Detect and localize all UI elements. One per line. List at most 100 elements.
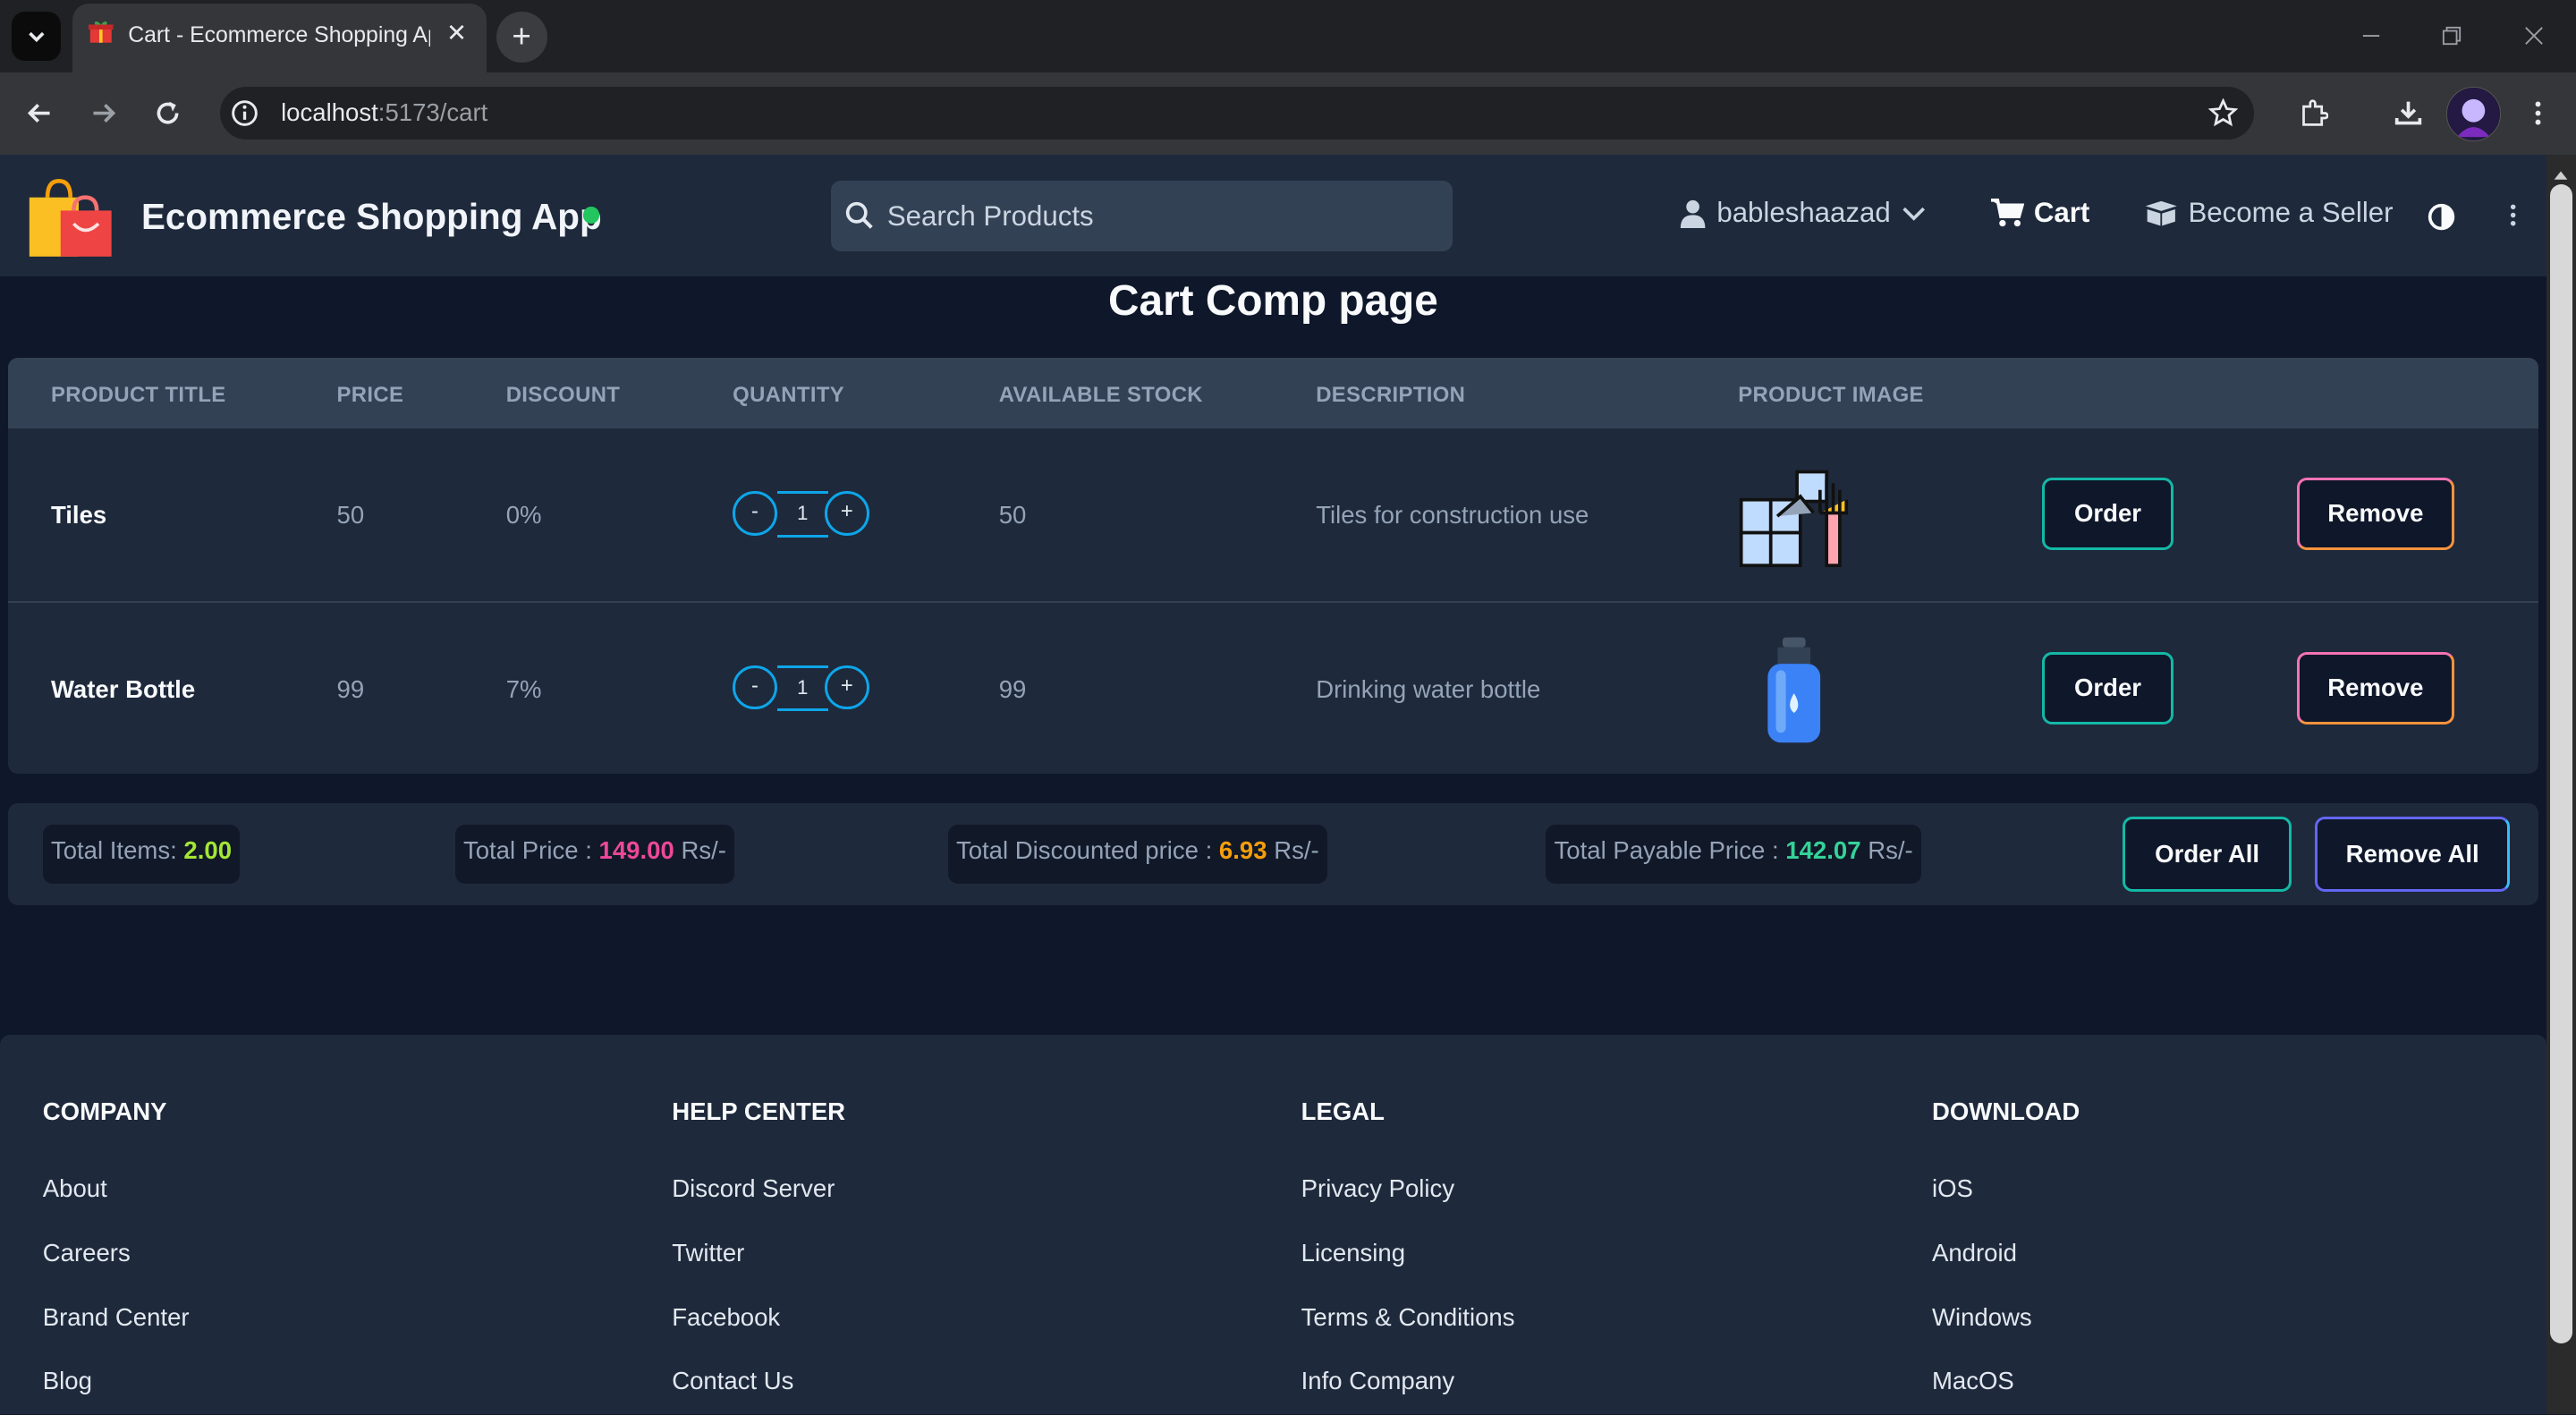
row-divider	[8, 601, 2538, 604]
shopping-bag-logo-icon[interactable]	[28, 174, 114, 260]
total-discounted-price: Total Discounted price : 6.93 Rs/-	[947, 825, 1327, 885]
chevron-down-icon	[28, 31, 45, 42]
order-button[interactable]: Order	[2042, 478, 2174, 551]
restore-button[interactable]	[2411, 0, 2492, 72]
footer-link[interactable]: Discord Server	[672, 1174, 835, 1203]
page-title: Cart Comp page	[1108, 276, 1438, 325]
column-header: DESCRIPTION	[1316, 382, 1466, 407]
total-items-label: Total Items:	[50, 836, 177, 865]
quantity-value: 1	[776, 491, 828, 538]
footer-link[interactable]: Terms & Conditions	[1301, 1303, 1515, 1332]
product-description: Drinking water bottle	[1316, 674, 1541, 703]
cart-link[interactable]: Cart	[1991, 197, 2089, 229]
decrease-quantity-button[interactable]: -	[733, 665, 777, 710]
search-input[interactable]	[886, 193, 1429, 241]
available-stock: 50	[998, 501, 1027, 530]
more-menu-icon[interactable]	[2500, 200, 2526, 230]
tab-search-button[interactable]	[11, 11, 61, 61]
cart-label: Cart	[2033, 197, 2090, 229]
bookmark-star-icon[interactable]	[2205, 96, 2241, 131]
arrow-left-icon	[27, 104, 50, 123]
theme-toggle-icon[interactable]	[2427, 202, 2456, 232]
tab-title: Cart - Ecommerce Shopping Ap	[128, 22, 431, 47]
back-button[interactable]	[21, 96, 57, 131]
remove-button[interactable]: Remove	[2296, 478, 2455, 551]
download-icon[interactable]	[2390, 96, 2426, 131]
increase-quantity-button[interactable]: +	[825, 665, 869, 710]
column-header: PRODUCT TITLE	[50, 382, 226, 407]
total-discount-value: 6.93	[1218, 836, 1267, 865]
product-discount: 0%	[505, 501, 542, 530]
footer-link[interactable]: Licensing	[1301, 1239, 1405, 1267]
total-payable-price: Total Payable Price : 142.07 Rs/-	[1546, 825, 1921, 885]
order-button[interactable]: Order	[2042, 652, 2174, 724]
site-info-icon[interactable]	[226, 96, 262, 131]
footer-link[interactable]: Info Company	[1301, 1367, 1455, 1395]
decrease-quantity-button[interactable]: -	[733, 491, 777, 536]
product-discount: 7%	[505, 674, 542, 703]
scrollbar-thumb[interactable]	[2549, 183, 2573, 1344]
total-items: Total Items: 2.00	[42, 825, 241, 885]
footer-link[interactable]: Privacy Policy	[1301, 1174, 1454, 1203]
close-icon	[2525, 27, 2543, 46]
box-icon	[2145, 200, 2177, 226]
total-items-value: 2.00	[183, 836, 233, 865]
extensions-icon[interactable]	[2295, 96, 2331, 131]
product-description: Tiles for construction use	[1316, 501, 1589, 530]
user-menu[interactable]: bableshaazad	[1679, 197, 1927, 229]
url-path: :5173/cart	[377, 98, 488, 127]
site-footer	[0, 1035, 2546, 1415]
close-window-button[interactable]	[2494, 0, 2574, 72]
restore-icon	[2443, 27, 2462, 46]
minimize-button[interactable]	[2331, 0, 2411, 72]
remove-button[interactable]: Remove	[2296, 652, 2455, 724]
footer-heading: DOWNLOAD	[1931, 1097, 2080, 1125]
brand-name[interactable]: Ecommerce Shopping App	[141, 196, 602, 238]
forward-button[interactable]	[86, 96, 122, 131]
footer-link[interactable]: Windows	[1932, 1303, 2032, 1332]
footer-link[interactable]: Blog	[43, 1367, 92, 1395]
browser-menu-icon[interactable]	[2520, 96, 2555, 131]
footer-link[interactable]: iOS	[1932, 1174, 1973, 1203]
quantity-value: 1	[776, 665, 828, 712]
footer-link[interactable]: Twitter	[672, 1239, 744, 1267]
footer-link[interactable]: About	[43, 1174, 107, 1203]
column-header: AVAILABLE STOCK	[998, 382, 1203, 407]
new-tab-button[interactable]: +	[496, 11, 547, 63]
currency-unit: Rs/-	[1868, 836, 1913, 865]
become-seller-link[interactable]: Become a Seller	[2144, 197, 2394, 229]
footer-link[interactable]: Brand Center	[43, 1303, 190, 1332]
cart-icon	[1991, 198, 2024, 227]
omnibox[interactable]	[220, 87, 2254, 140]
remove-all-button[interactable]: Remove All	[2314, 816, 2511, 893]
footer-link[interactable]: MacOS	[1932, 1367, 2014, 1395]
product-price: 50	[336, 501, 365, 530]
footer-link[interactable]: Android	[1932, 1239, 2017, 1267]
minimize-icon	[2363, 35, 2380, 38]
order-all-button[interactable]: Order All	[2123, 816, 2292, 893]
arrow-right-icon	[93, 104, 116, 123]
tiles-icon	[1738, 467, 1850, 569]
footer-link[interactable]: Contact Us	[672, 1367, 793, 1395]
quantity-stepper: - 1 +	[733, 665, 872, 712]
reload-button[interactable]	[149, 96, 185, 131]
online-status-dot	[583, 207, 600, 224]
currency-unit: Rs/-	[681, 836, 726, 865]
scroll-up-arrow-icon[interactable]	[2551, 159, 2571, 180]
footer-link[interactable]: Careers	[43, 1239, 131, 1267]
chevron-down-icon	[1902, 207, 1925, 221]
footer-link[interactable]: Facebook	[672, 1303, 780, 1332]
profile-avatar[interactable]	[2445, 87, 2501, 142]
url-text[interactable]: localhost:5173/cart	[281, 98, 487, 127]
column-header: QUANTITY	[733, 382, 845, 407]
currency-unit: Rs/-	[1274, 836, 1319, 865]
close-icon[interactable]: ✕	[444, 20, 470, 46]
increase-quantity-button[interactable]: +	[825, 491, 869, 536]
quantity-stepper: - 1 +	[733, 491, 872, 538]
available-stock: 99	[998, 674, 1027, 703]
footer-heading: COMPANY	[42, 1097, 167, 1125]
total-discount-label: Total Discounted price :	[955, 836, 1213, 865]
total-price: Total Price : 149.00 Rs/-	[454, 825, 735, 885]
become-seller-label: Become a Seller	[2188, 197, 2394, 229]
search-icon	[844, 200, 874, 230]
